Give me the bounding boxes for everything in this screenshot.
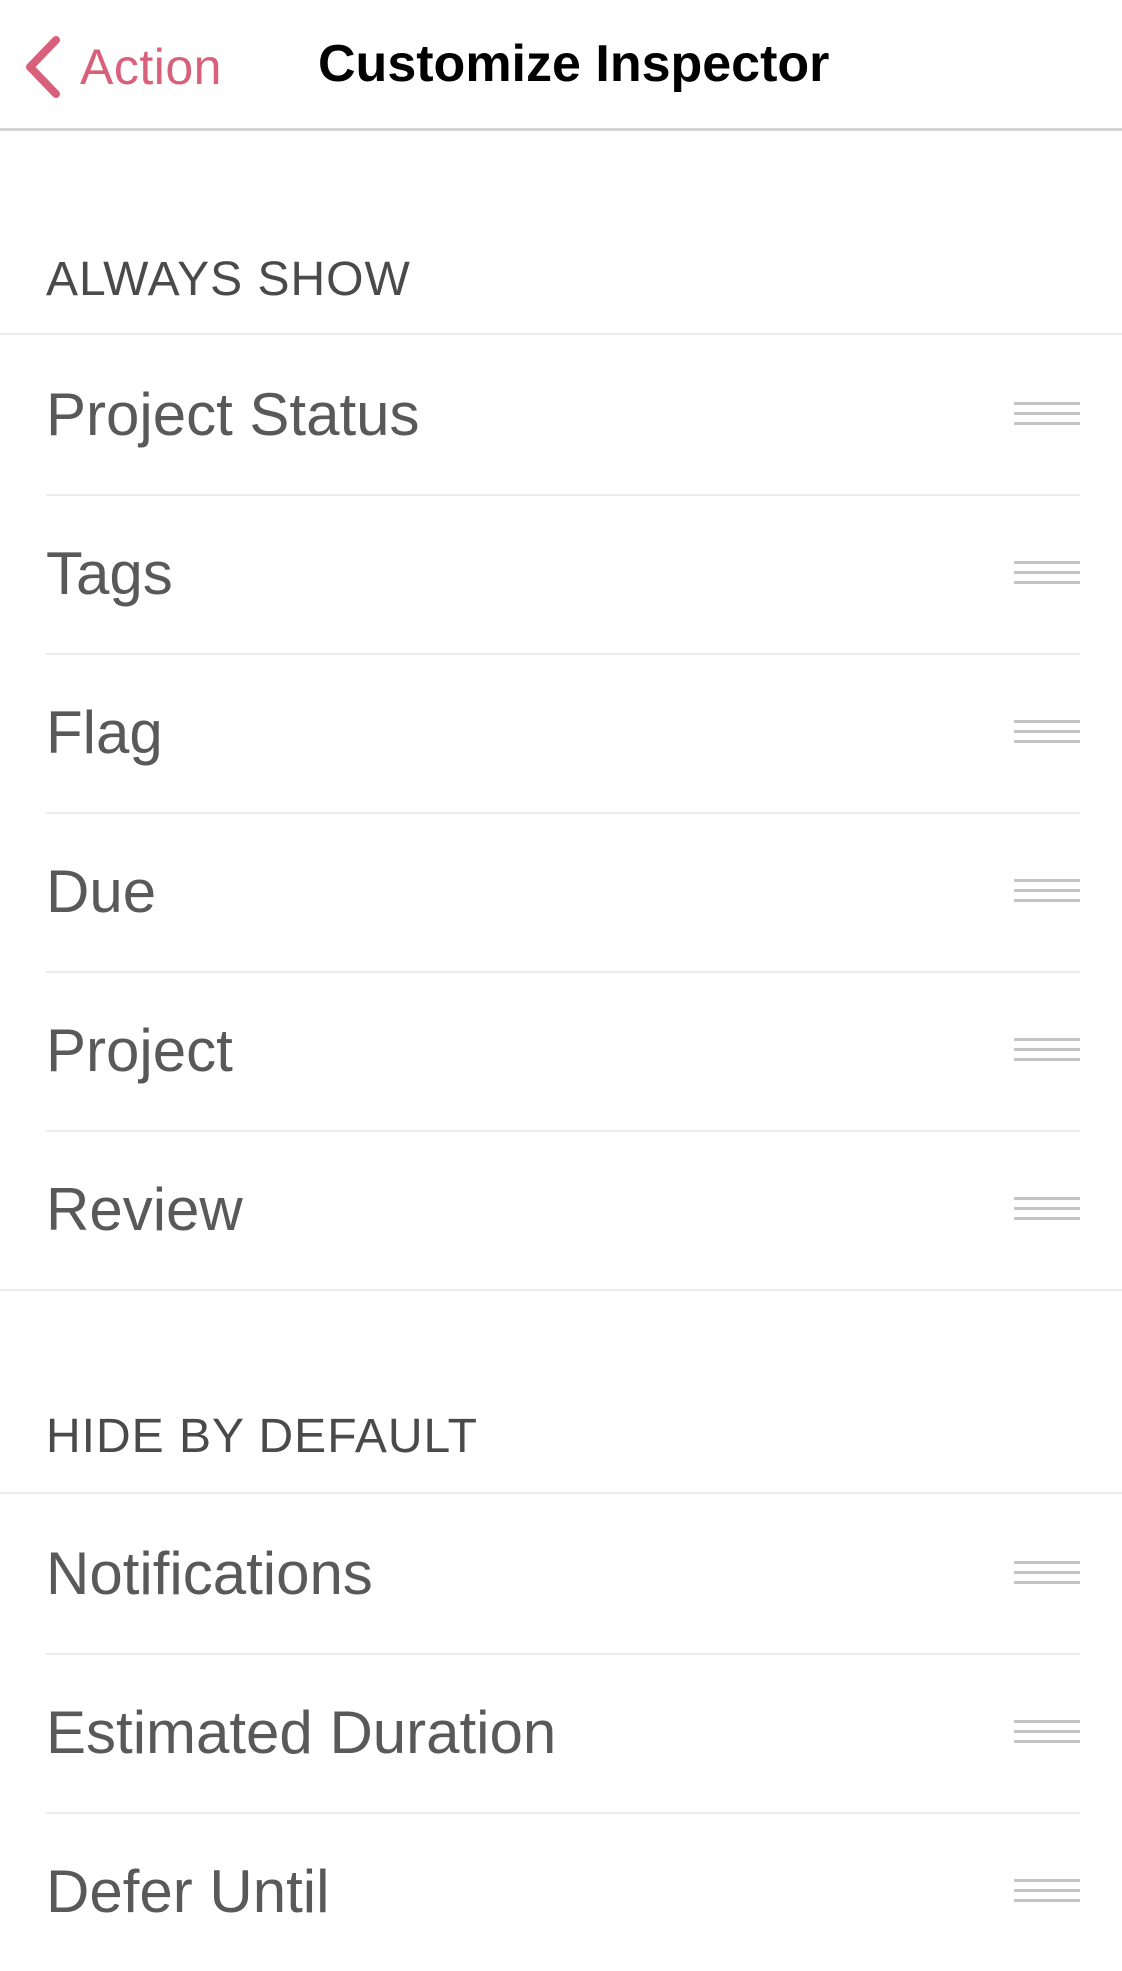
list-item-label: Notifications xyxy=(46,1540,373,1607)
list-item[interactable]: Project Status xyxy=(0,335,1122,494)
list-item-label: Flag xyxy=(46,699,163,766)
reorder-handle-icon[interactable] xyxy=(1014,1038,1080,1062)
reorder-handle-icon[interactable] xyxy=(1014,720,1080,744)
section-header-hide-by-default: HIDE BY DEFAULT xyxy=(46,1410,478,1463)
list-item[interactable]: Defer Until xyxy=(0,1812,1122,1944)
reorder-handle-icon[interactable] xyxy=(1014,561,1080,585)
back-button-label: Action xyxy=(80,39,222,95)
hide-by-default-list: Notifications Estimated Duration Defer U… xyxy=(0,1492,1122,1944)
list-item[interactable]: Review xyxy=(0,1130,1122,1289)
reorder-handle-icon[interactable] xyxy=(1014,1879,1080,1903)
list-item-label: Tags xyxy=(46,540,173,607)
page-title: Customize Inspector xyxy=(318,35,830,93)
list-item-label: Project xyxy=(46,1017,233,1084)
always-show-list: Project Status Tags Flag Due Project Rev… xyxy=(0,333,1122,1291)
list-item-label: Defer Until xyxy=(46,1858,330,1925)
list-item-label: Estimated Duration xyxy=(46,1699,557,1766)
list-item-label: Due xyxy=(46,858,157,925)
list-item[interactable]: Estimated Duration xyxy=(0,1653,1122,1812)
list-item[interactable]: Due xyxy=(0,812,1122,971)
list-item[interactable]: Project xyxy=(0,971,1122,1130)
list-item[interactable]: Notifications xyxy=(0,1494,1122,1653)
navigation-bar: Action Customize Inspector xyxy=(0,0,1122,131)
reorder-handle-icon[interactable] xyxy=(1014,879,1080,903)
list-item-label: Project Status xyxy=(46,381,420,448)
reorder-handle-icon[interactable] xyxy=(1014,402,1080,426)
reorder-handle-icon[interactable] xyxy=(1014,1561,1080,1585)
list-item[interactable]: Tags xyxy=(0,494,1122,653)
section-header-always-show: ALWAYS SHOW xyxy=(46,253,411,306)
list-item[interactable]: Flag xyxy=(0,653,1122,812)
reorder-handle-icon[interactable] xyxy=(1014,1720,1080,1744)
back-button[interactable]: Action xyxy=(22,24,222,110)
list-item-label: Review xyxy=(46,1176,243,1243)
reorder-handle-icon[interactable] xyxy=(1014,1197,1080,1221)
chevron-left-icon xyxy=(26,36,60,98)
